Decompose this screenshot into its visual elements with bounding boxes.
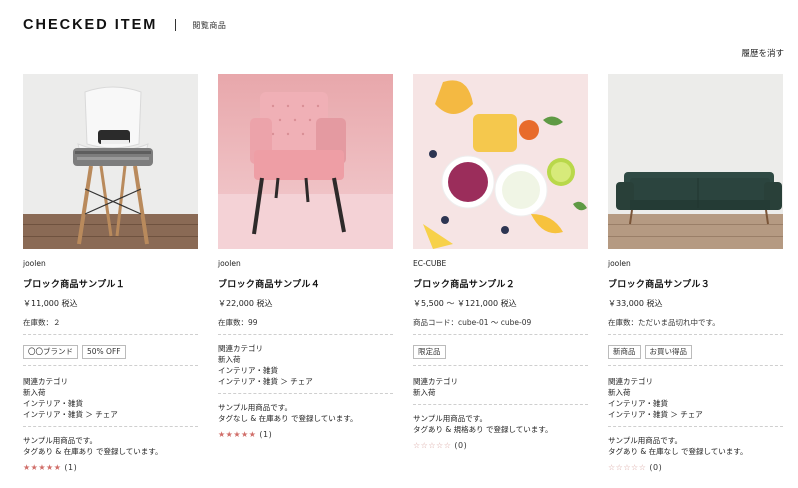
star-rating-icons: ☆☆☆☆☆ xyxy=(413,441,452,451)
product-card[interactable]: joolen ブロック商品サンプル３ ￥33,000 税込 在庫数：ただいま品切… xyxy=(608,74,783,474)
product-name[interactable]: ブロック商品サンプル３ xyxy=(608,279,783,291)
product-image-sweets[interactable] xyxy=(413,74,588,249)
divider xyxy=(218,334,393,336)
product-name[interactable]: ブロック商品サンプル４ xyxy=(218,279,393,291)
category-link[interactable]: インテリア・雑貨 xyxy=(608,398,783,409)
page-title: CHECKED ITEM xyxy=(23,17,158,33)
product-price: ￥5,500 ～ ￥121,000 税込 xyxy=(413,299,517,309)
product-tags: 〇〇ブランド 50% OFF xyxy=(23,345,198,360)
divider xyxy=(413,404,588,406)
product-categories: 関連カテゴリ 新入荷 xyxy=(413,376,588,398)
product-image-chair-white[interactable] xyxy=(23,74,198,249)
description-line: タグなし & 在庫あり で登録しています。 xyxy=(218,414,358,424)
divider xyxy=(23,334,198,336)
product-description: サンプル用商品です。 タグなし & 在庫あり で登録しています。 xyxy=(218,402,393,424)
star-rating-icons: ★★★★★ xyxy=(23,463,62,473)
description-line: タグあり & 規格あり で登録しています。 xyxy=(413,425,553,435)
divider xyxy=(608,365,783,367)
divider xyxy=(608,426,783,428)
category-link[interactable]: インテリア・雑貨 xyxy=(218,365,393,376)
product-tags: 新商品 お買い得品 xyxy=(608,345,783,360)
product-card[interactable]: joolen ブロック商品サンプル１ ￥11,000 税込 在庫数：２ 〇〇ブラ… xyxy=(23,74,198,474)
product-rating: ☆☆☆☆☆ (0) xyxy=(413,441,588,452)
product-tag: 〇〇ブランド xyxy=(23,345,78,360)
page-header: CHECKED ITEM 閲覧商品 xyxy=(23,15,226,35)
product-image-sofa[interactable] xyxy=(608,74,783,249)
product-categories: 関連カテゴリ 新入荷 インテリア・雑貨 インテリア・雑貨 ＞ チェア xyxy=(608,376,783,420)
description-line: サンプル用商品です。 xyxy=(413,414,488,424)
category-link[interactable]: 新入荷 xyxy=(23,387,198,398)
product-tag: 限定品 xyxy=(413,345,446,360)
product-shop-name: EC-CUBE xyxy=(413,259,447,268)
review-count: (1) xyxy=(259,430,273,440)
star-rating-icons: ☆☆☆☆☆ xyxy=(608,463,647,473)
divider xyxy=(23,365,198,367)
product-description: サンプル用商品です。 タグあり & 在庫あり で登録しています。 xyxy=(23,435,198,457)
product-shop-name: joolen xyxy=(23,259,46,268)
category-heading: 関連カテゴリ xyxy=(23,377,68,387)
category-link[interactable]: インテリア・雑貨 ＞ チェア xyxy=(608,409,783,420)
product-description: サンプル用商品です。 タグあり & 在庫なし で登録しています。 xyxy=(608,435,783,457)
review-count: (0) xyxy=(649,463,663,473)
product-code: 商品コード：cube-01 ～ cube-09 xyxy=(413,318,532,328)
divider xyxy=(218,393,393,395)
header-divider xyxy=(175,19,177,31)
description-line: タグあり & 在庫なし で登録しています。 xyxy=(608,447,748,457)
category-link[interactable]: インテリア・雑貨 xyxy=(23,398,198,409)
product-rating: ★★★★★ (1) xyxy=(218,430,393,441)
category-heading: 関連カテゴリ xyxy=(413,377,458,387)
divider xyxy=(23,426,198,428)
product-image-chair-pink[interactable] xyxy=(218,74,393,249)
divider xyxy=(608,334,783,336)
product-stock: 在庫数：ただいま品切れ中です。 xyxy=(608,318,720,328)
category-link[interactable]: インテリア・雑貨 ＞ チェア xyxy=(23,409,198,420)
product-tag: 新商品 xyxy=(608,345,641,360)
product-rating: ★★★★★ (1) xyxy=(23,463,198,474)
product-tag: お買い得品 xyxy=(644,345,692,360)
product-price: ￥11,000 税込 xyxy=(23,299,78,309)
description-line: サンプル用商品です。 xyxy=(608,436,683,446)
category-link[interactable]: 新入荷 xyxy=(218,354,393,365)
product-tags: 限定品 xyxy=(413,345,588,360)
description-line: サンプル用商品です。 xyxy=(218,403,293,413)
product-price: ￥33,000 税込 xyxy=(608,299,663,309)
page-subtitle: 閲覧商品 xyxy=(192,20,227,30)
product-name[interactable]: ブロック商品サンプル２ xyxy=(413,279,588,291)
product-rating: ☆☆☆☆☆ (0) xyxy=(608,463,783,474)
review-count: (0) xyxy=(454,441,468,451)
description-line: サンプル用商品です。 xyxy=(23,436,98,446)
product-card[interactable]: joolen ブロック商品サンプル４ ￥22,000 税込 在庫数：99 関連カ… xyxy=(218,74,393,441)
product-description: サンプル用商品です。 タグあり & 規格あり で登録しています。 xyxy=(413,413,588,435)
category-heading: 関連カテゴリ xyxy=(218,344,263,354)
review-count: (1) xyxy=(64,463,78,473)
star-rating-icons: ★★★★★ xyxy=(218,430,257,440)
category-link[interactable]: 新入荷 xyxy=(413,387,588,398)
description-line: タグあり & 在庫あり で登録しています。 xyxy=(23,447,163,457)
product-categories: 関連カテゴリ 新入荷 インテリア・雑貨 インテリア・雑貨 ＞ チェア xyxy=(23,376,198,420)
product-card[interactable]: EC-CUBE ブロック商品サンプル２ ￥5,500 ～ ￥121,000 税込… xyxy=(413,74,588,452)
product-shop-name: joolen xyxy=(218,259,241,268)
divider xyxy=(413,365,588,367)
product-stock: 在庫数：99 xyxy=(218,318,258,328)
category-link[interactable]: 新入荷 xyxy=(608,387,783,398)
product-tag: 50% OFF xyxy=(82,345,126,360)
product-name[interactable]: ブロック商品サンプル１ xyxy=(23,279,198,291)
category-link[interactable]: インテリア・雑貨 ＞ チェア xyxy=(218,376,393,387)
divider xyxy=(413,334,588,336)
category-heading: 関連カテゴリ xyxy=(608,377,653,387)
product-shop-name: joolen xyxy=(608,259,631,268)
product-categories: 関連カテゴリ 新入荷 インテリア・雑貨 インテリア・雑貨 ＞ チェア xyxy=(218,343,393,387)
clear-history-link[interactable]: 履歴を消す xyxy=(741,47,784,59)
product-stock: 在庫数：２ xyxy=(23,318,61,328)
product-price: ￥22,000 税込 xyxy=(218,299,273,309)
